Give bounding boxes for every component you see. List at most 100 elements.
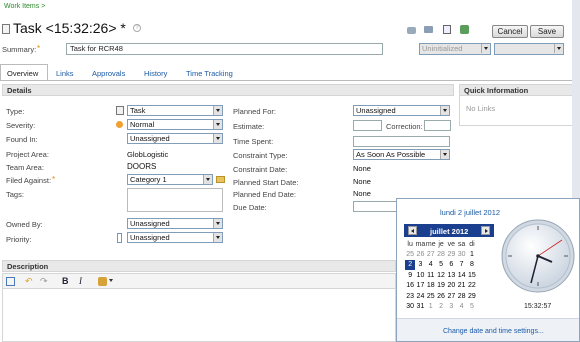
planned-for-select[interactable]: Unassigned — [353, 105, 450, 116]
quick-info-text: No Links — [466, 104, 496, 113]
calendar-grid: lu ma me je ve sa di 25 26 27 28 29 30 1 2 3 4 5 6 7 8 9 10 11… — [405, 239, 477, 312]
cancel-button[interactable]: Cancel — [492, 25, 528, 38]
tab-approvals[interactable]: Approvals — [92, 69, 125, 78]
calendar-day[interactable]: 26 — [415, 249, 425, 260]
calendar-day[interactable]: 31 — [415, 302, 425, 313]
calendar-day[interactable]: 21 — [456, 281, 466, 292]
priority-icon — [117, 233, 122, 243]
chevron-down-icon[interactable] — [109, 279, 113, 282]
weekday-label: me — [425, 240, 436, 248]
planned-for-value: Unassigned — [356, 106, 396, 115]
description-header: Description — [2, 260, 396, 272]
description-editor[interactable] — [2, 289, 396, 342]
calendar-day[interactable]: 23 — [405, 291, 415, 302]
severity-label: Severity: — [6, 121, 36, 130]
undo-icon[interactable]: ↶ — [25, 276, 33, 287]
found-in-select[interactable]: Unassigned — [127, 133, 223, 144]
calendar-day[interactable]: 28 — [436, 249, 446, 260]
planned-end-value: None — [353, 189, 371, 198]
calendar-day[interactable]: 17 — [415, 281, 425, 292]
calendar-day[interactable]: 4 — [426, 260, 436, 271]
calendar-day[interactable]: 2 — [436, 302, 446, 313]
priority-select[interactable]: Unassigned — [127, 232, 223, 243]
summary-input[interactable]: Task for RCR48 — [66, 43, 383, 55]
calendar-day[interactable]: 13 — [446, 270, 456, 281]
tab-links[interactable]: Links — [56, 69, 74, 78]
filed-against-label: Filed Against: — [6, 176, 52, 185]
calendar-day[interactable]: 20 — [446, 281, 456, 292]
calendar-day[interactable]: 5 — [436, 260, 446, 271]
print-icon[interactable] — [407, 27, 416, 34]
calendar-day[interactable]: 25 — [405, 249, 415, 260]
calendar-day[interactable]: 27 — [446, 291, 456, 302]
calendar-day[interactable]: 30 — [405, 302, 415, 313]
task-icon — [2, 24, 10, 34]
calendar-day[interactable]: 14 — [456, 270, 466, 281]
calendar-day[interactable]: 6 — [446, 260, 456, 271]
save-button[interactable]: Save — [530, 25, 564, 38]
help-icon[interactable]: ? — [133, 24, 141, 32]
time-spent-input[interactable] — [353, 136, 450, 147]
mail-icon[interactable] — [424, 26, 433, 33]
tags-textarea[interactable] — [127, 188, 223, 212]
constraint-type-value: As Soon As Possible — [356, 150, 426, 159]
expand-icon[interactable] — [6, 277, 15, 286]
month-label[interactable]: juillet 2012 — [430, 227, 468, 236]
state-value: Uninitialized — [422, 44, 463, 53]
copy-icon[interactable] — [443, 25, 451, 34]
calendar-day[interactable]: 1 — [426, 302, 436, 313]
page-title: Task <15:32:26> * — [13, 20, 126, 36]
calendar-day[interactable]: 12 — [436, 270, 446, 281]
calendar-day[interactable]: 16 — [405, 281, 415, 292]
calendar-day[interactable]: 10 — [415, 270, 425, 281]
calendar-day[interactable]: 9 — [405, 270, 415, 281]
calendar-day[interactable]: 26 — [436, 291, 446, 302]
refresh-icon[interactable] — [460, 25, 469, 34]
format-icon[interactable] — [98, 277, 107, 286]
tab-time-tracking[interactable]: Time Tracking — [186, 69, 233, 78]
filed-against-select[interactable]: Category 1 — [127, 174, 213, 185]
type-select[interactable]: Task — [127, 105, 223, 116]
calendar-day[interactable]: 11 — [426, 270, 436, 281]
time-spent-label: Time Spent: — [233, 137, 274, 146]
tab-overview[interactable]: Overview — [7, 69, 38, 78]
calendar-day[interactable]: 15 — [467, 270, 477, 281]
redo-icon[interactable]: ↷ — [40, 276, 48, 287]
state-select[interactable]: Uninitialized — [419, 43, 491, 55]
calendar-day[interactable]: 19 — [436, 281, 446, 292]
folder-icon[interactable] — [216, 176, 225, 183]
digital-time: 15:32:57 — [524, 303, 552, 310]
bold-icon[interactable]: B — [62, 276, 69, 286]
calendar-day[interactable]: 22 — [467, 281, 477, 292]
next-month-button[interactable] — [481, 226, 490, 235]
breadcrumb[interactable]: Work Items > — [4, 3, 45, 10]
calendar-day[interactable]: 4 — [456, 302, 466, 313]
owned-by-select[interactable]: Unassigned — [127, 218, 223, 229]
estimate-input[interactable] — [353, 120, 382, 131]
calendar-day[interactable]: 7 — [456, 260, 466, 271]
prev-month-button[interactable] — [408, 226, 417, 235]
calendar-day[interactable]: 30 — [456, 249, 466, 260]
calendar-day[interactable]: 25 — [426, 291, 436, 302]
tab-history[interactable]: History — [144, 69, 167, 78]
calendar-day[interactable]: 3 — [415, 260, 425, 271]
correction-input[interactable] — [424, 120, 451, 131]
calendar-day[interactable]: 18 — [426, 281, 436, 292]
italic-icon[interactable]: I — [79, 276, 82, 286]
severity-select[interactable]: Normal — [127, 119, 223, 130]
calendar-day[interactable]: 5 — [467, 302, 477, 313]
action-select[interactable] — [494, 43, 564, 55]
constraint-type-select[interactable]: As Soon As Possible — [353, 149, 450, 160]
calendar-day[interactable]: 29 — [467, 291, 477, 302]
calendar-day[interactable]: 24 — [415, 291, 425, 302]
calendar-day[interactable]: 27 — [426, 249, 436, 260]
calendar-day[interactable]: 3 — [446, 302, 456, 313]
due-date-input[interactable] — [353, 201, 397, 212]
date-time-settings-link[interactable]: Change date and time settings... — [443, 328, 544, 335]
calendar-day[interactable]: 2 — [405, 259, 416, 270]
date-heading[interactable]: lundi 2 juillet 2012 — [440, 208, 500, 217]
calendar-day[interactable]: 28 — [456, 291, 466, 302]
calendar-day[interactable]: 29 — [446, 249, 456, 260]
calendar-day[interactable]: 1 — [467, 249, 477, 260]
calendar-day[interactable]: 8 — [467, 260, 477, 271]
